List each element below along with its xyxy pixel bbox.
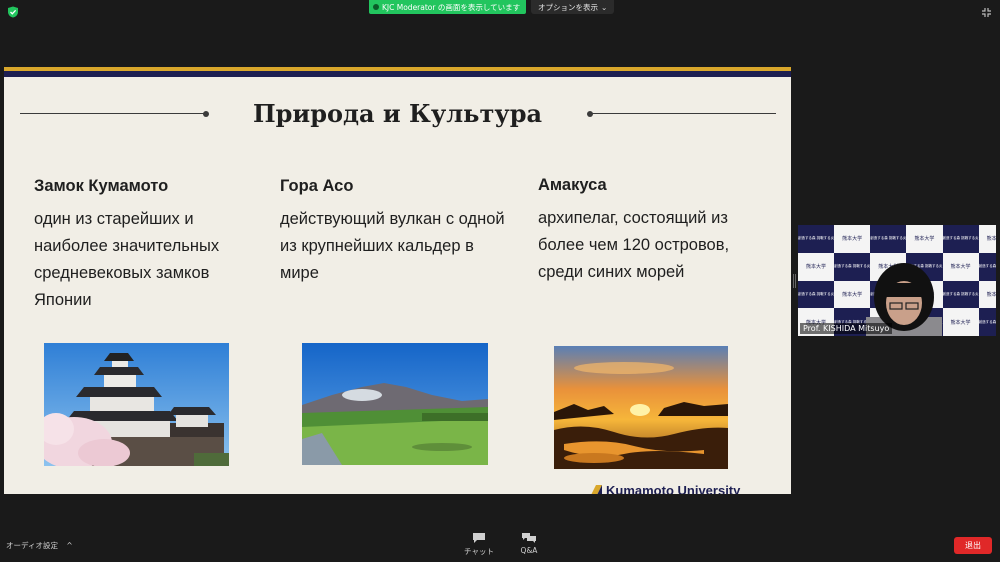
leave-meeting-button[interactable]: 退出	[954, 537, 992, 554]
column-heading: Гора Асо	[280, 177, 354, 195]
chat-label: チャット	[464, 547, 494, 556]
view-options-label: オプションを表示	[538, 2, 598, 12]
mount-aso-photo	[302, 343, 488, 465]
background-label: 熊本大学	[842, 291, 863, 298]
exit-fullscreen-icon[interactable]	[981, 7, 992, 18]
qa-label: Q&A	[520, 546, 538, 555]
university-crest-icon	[591, 484, 602, 494]
shared-slide: Природа и Культура Замок Кумамото один и…	[4, 67, 791, 494]
background-label: 創造する森 挑戦する炎	[942, 291, 979, 296]
column-body: один из старейших и наиболее значительны…	[34, 210, 220, 309]
share-banner-text: KJC Moderator の画面を表示しています	[382, 2, 521, 12]
view-options-button[interactable]: オプションを表示 ⌄	[531, 0, 615, 14]
slide-title: Природа и Культура	[252, 99, 543, 128]
share-indicator-icon	[373, 4, 379, 10]
background-label: 熊本大学	[806, 264, 827, 271]
qa-button[interactable]: Q&A	[509, 532, 549, 555]
background-label: 熊本大学	[986, 291, 996, 298]
background-label: 熊本大学	[950, 264, 971, 271]
chevron-down-icon: ⌄	[601, 2, 608, 12]
column-body: действующий вулкан с одной из крупнейших…	[280, 210, 505, 282]
zoom-meeting-window: KJC Moderator の画面を表示しています オプションを表示 ⌄ При…	[0, 0, 1000, 562]
split-view-handle[interactable]	[793, 274, 796, 288]
column-mount-aso: Гора Асо действующий вулкан с одной из к…	[280, 177, 510, 287]
participant-video-tile[interactable]: 創造する森 挑戦する炎 熊本大学 創造する森 挑戦する炎 熊本大学 創造する森 挑戦する…	[798, 225, 996, 336]
background-label: 創造する森 挑戦する炎	[978, 319, 996, 324]
background-label: 熊本大学	[842, 236, 863, 243]
background-label: 創造する森 挑戦する炎	[942, 236, 979, 241]
background-label: 創造する森 挑戦する炎	[870, 236, 907, 241]
chat-bubble-icon	[473, 533, 485, 543]
slide-gold-stripe	[4, 67, 791, 71]
kumamoto-castle-photo	[44, 343, 229, 466]
column-amakusa: Амакуса архипелаг, состоящий из более че…	[538, 176, 768, 286]
audio-settings-button[interactable]: オーディオ設定 ^	[6, 540, 73, 551]
background-label: 創造する森 挑戦する炎	[978, 264, 996, 269]
background-label: 熊本大学	[986, 236, 996, 243]
chat-button[interactable]: チャット	[459, 532, 499, 557]
audio-settings-label: オーディオ設定	[6, 541, 58, 550]
participant-name: Prof. KISHIDA Mitsuyo	[800, 323, 893, 334]
column-heading: Замок Кумамото	[34, 177, 169, 195]
amakusa-sunset-photo	[554, 346, 728, 469]
kumamoto-university-logo: Kumamoto University	[590, 483, 740, 494]
background-label: 熊本大学	[914, 236, 935, 243]
chevron-up-icon: ^	[66, 541, 73, 550]
qa-bubbles-icon	[522, 533, 536, 543]
screen-share-banner: KJC Moderator の画面を表示しています	[369, 0, 527, 14]
logo-text: Kumamoto University	[606, 483, 741, 494]
background-label: 創造する森 挑戦する炎	[798, 291, 835, 296]
background-label: 創造する森 挑戦する炎	[798, 236, 835, 241]
background-label: 熊本大学	[950, 319, 971, 326]
column-body: архипелаг, состоящий из более чем 120 ос…	[538, 209, 730, 281]
shield-check-icon[interactable]	[7, 6, 19, 18]
column-kumamoto-castle: Замок Кумамото один из старейших и наибо…	[34, 177, 264, 314]
column-heading: Амакуса	[538, 176, 607, 194]
